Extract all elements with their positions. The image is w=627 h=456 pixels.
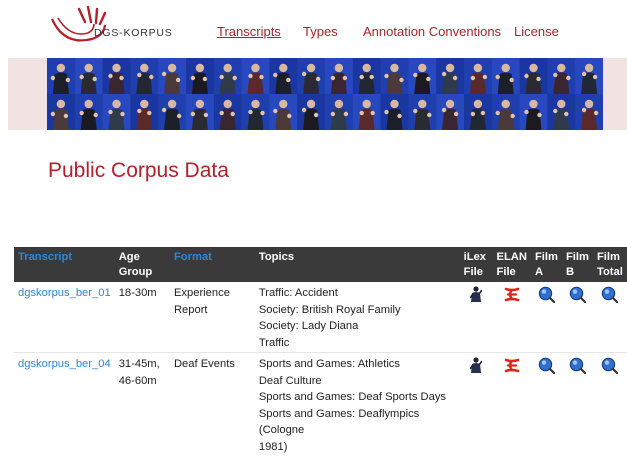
signer-thumbnail — [158, 94, 186, 130]
signer-thumbnail — [214, 58, 242, 94]
signer-thumbnail — [353, 58, 381, 94]
signer-thumbnail — [325, 58, 353, 94]
signer-thumbnail — [158, 58, 186, 94]
col-ilex-file: iLexFile — [460, 247, 493, 282]
signer-thumbnail — [297, 94, 325, 130]
signer-thumbnail — [547, 94, 575, 130]
nav-annotation-conventions[interactable]: Annotation Conventions — [363, 24, 501, 39]
site-header: DGS-KORPUS Transcripts Types Annotation … — [0, 0, 627, 58]
elan-logo-icon[interactable] — [503, 286, 521, 303]
signer-thumbnail — [520, 58, 548, 94]
signer-thumbnail — [547, 58, 575, 94]
magnifier-play-icon[interactable] — [569, 286, 586, 303]
signer-thumbnail — [575, 58, 603, 94]
film-total-cell — [593, 282, 627, 353]
elan-file-cell — [493, 353, 531, 456]
topic-item: Society: British Royal Family — [259, 302, 456, 319]
col-film-total: FilmTotal — [593, 247, 627, 282]
col-film-b: FilmB — [562, 247, 593, 282]
table-row: dgskorpus_ber_01 18-30m ExperienceReport… — [14, 282, 627, 353]
elan-logo-icon[interactable] — [503, 357, 521, 374]
signer-thumbnail — [103, 94, 131, 130]
magnifier-play-icon[interactable] — [601, 286, 618, 303]
banner — [8, 58, 627, 130]
signer-thumbnail — [408, 58, 436, 94]
magnifier-play-icon[interactable] — [569, 357, 586, 374]
signer-thumbnail — [75, 94, 103, 130]
signer-thumbnail — [381, 94, 409, 130]
magnifier-play-icon[interactable] — [538, 357, 555, 374]
signer-thumbnail — [186, 58, 214, 94]
signer-thumbnail — [130, 58, 158, 94]
film-a-cell — [531, 353, 562, 456]
signer-thumbnail — [436, 94, 464, 130]
signer-thumbnail — [436, 58, 464, 94]
topic-item: 1981) — [259, 439, 456, 456]
col-format[interactable]: Format — [170, 247, 255, 282]
nav-license[interactable]: License — [514, 24, 559, 39]
signer-thumbnail — [464, 94, 492, 130]
ilex-file-cell — [460, 353, 493, 456]
age-group-cell: 18-30m — [115, 282, 170, 353]
signer-thumbnail — [47, 58, 75, 94]
signer-photo-strip — [47, 58, 603, 130]
topic-item: Traffic — [259, 335, 456, 352]
col-film-a: FilmA — [531, 247, 562, 282]
signer-thumbnail — [492, 58, 520, 94]
page-title: Public Corpus Data — [48, 159, 229, 183]
col-elan-file: ELANFile — [493, 247, 531, 282]
signer-thumbnail — [520, 94, 548, 130]
signer-thumbnail — [575, 94, 603, 130]
film-a-cell — [531, 282, 562, 353]
signer-thumbnail — [408, 94, 436, 130]
ilex-file-cell — [460, 282, 493, 353]
signer-thumbnail — [186, 94, 214, 130]
table-header-row: Transcript AgeGroup Format Topics iLexFi… — [14, 247, 627, 282]
signer-thumbnail — [47, 94, 75, 130]
signer-thumbnail — [492, 94, 520, 130]
topic-item: Sports and Games: Deaf Sports Days — [259, 389, 456, 406]
topic-item: Sports and Games: Deaflympics (Cologne — [259, 406, 456, 439]
topic-item: Traffic: Accident — [259, 285, 456, 302]
col-transcript[interactable]: Transcript — [14, 247, 115, 282]
nav-transcripts[interactable]: Transcripts — [217, 24, 281, 39]
logo-text: DGS-KORPUS — [94, 27, 173, 39]
signer-thumbnail — [353, 94, 381, 130]
col-topics: Topics — [255, 247, 460, 282]
film-total-cell — [593, 353, 627, 456]
signer-thumbnail — [325, 94, 353, 130]
signer-thumbnail — [464, 58, 492, 94]
signer-thumbnail — [242, 58, 270, 94]
transcript-link[interactable]: dgskorpus_ber_04 — [14, 353, 115, 456]
nav-types[interactable]: Types — [303, 24, 338, 39]
signer-thumbnail — [242, 94, 270, 130]
topic-item: Deaf Culture — [259, 373, 456, 390]
topic-item: Society: Lady Diana — [259, 318, 456, 335]
film-b-cell — [562, 282, 593, 353]
topics-cell: Sports and Games: Athletics Deaf Culture… — [255, 353, 460, 456]
format-cell: ExperienceReport — [170, 282, 255, 353]
person-figure-icon[interactable] — [470, 357, 482, 374]
signer-thumbnail — [297, 58, 325, 94]
magnifier-play-icon[interactable] — [601, 357, 618, 374]
signer-thumbnail — [130, 94, 158, 130]
elan-file-cell — [493, 282, 531, 353]
person-figure-icon[interactable] — [470, 286, 482, 303]
signer-thumbnail — [75, 58, 103, 94]
transcript-link[interactable]: dgskorpus_ber_01 — [14, 282, 115, 353]
signer-thumbnail — [103, 58, 131, 94]
signer-thumbnail — [269, 58, 297, 94]
topics-cell: Traffic: Accident Society: British Royal… — [255, 282, 460, 353]
signer-thumbnail — [381, 58, 409, 94]
film-b-cell — [562, 353, 593, 456]
magnifier-play-icon[interactable] — [538, 286, 555, 303]
corpus-table: Transcript AgeGroup Format Topics iLexFi… — [14, 247, 627, 456]
col-age-group: AgeGroup — [115, 247, 170, 282]
table-row: dgskorpus_ber_04 31-45m,46-60m Deaf Even… — [14, 353, 627, 456]
signer-thumbnail — [269, 94, 297, 130]
format-cell: Deaf Events — [170, 353, 255, 456]
age-group-cell: 31-45m,46-60m — [115, 353, 170, 456]
topic-item: Sports and Games: Athletics — [259, 356, 456, 373]
signer-thumbnail — [214, 94, 242, 130]
